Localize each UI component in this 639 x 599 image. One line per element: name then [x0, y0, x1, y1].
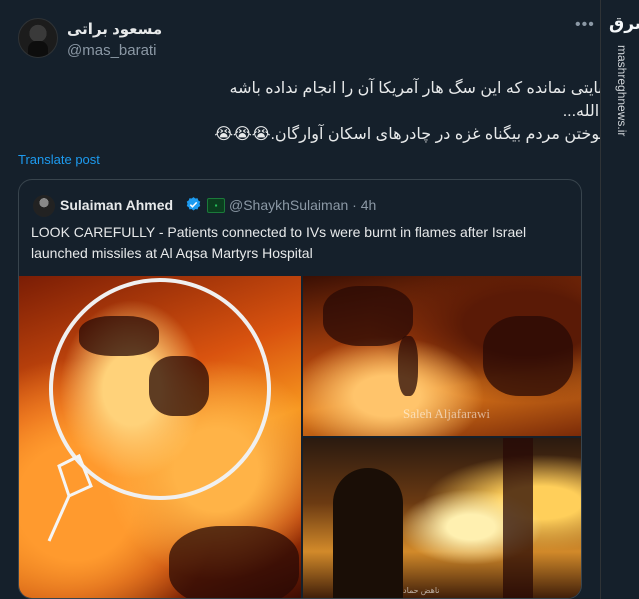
raised-hand-shape: [398, 336, 418, 396]
tweet: مسعود براتی @mas_barati ••• جنایتی نماند…: [0, 0, 613, 599]
tweet-text-line-1: جنایتی نمانده که این سگ هار آمریکا آن را…: [229, 80, 613, 97]
quoted-author-avatar[interactable]: [33, 195, 55, 217]
watermark-sidebar: مشرق mashreghnews.ir: [600, 0, 639, 599]
tweet-text-line-2: یا الله...: [562, 103, 613, 120]
media-grid: Saleh Aljafarawi ناهض حماد: [19, 276, 581, 598]
quoted-author-name[interactable]: Sulaiman Ahmed: [60, 197, 173, 213]
image-credit: ناهض حماد: [403, 586, 440, 595]
author-display-name[interactable]: مسعود براتی: [67, 20, 162, 38]
media-image-2[interactable]: Saleh Aljafarawi: [303, 276, 581, 436]
iv-bag-icon: [47, 453, 93, 542]
quoted-tweet[interactable]: Sulaiman Ahmed ▪ @ShaykhSulaiman · 4h LO…: [18, 179, 582, 599]
media-image-1[interactable]: [19, 276, 301, 598]
pole-shape: [503, 438, 533, 598]
more-options-icon[interactable]: •••: [575, 16, 595, 34]
brand-logo: مشرق: [609, 14, 639, 33]
smoke-shape: [323, 286, 413, 346]
affiliation-badge-icon: ▪: [207, 198, 225, 213]
media-image-3[interactable]: ناهض حماد: [303, 438, 581, 598]
smoke-shape: [169, 526, 299, 598]
author-avatar[interactable]: [18, 18, 58, 58]
translate-post-link[interactable]: Translate post: [18, 152, 100, 167]
author-handle[interactable]: @mas_barati: [67, 42, 156, 59]
quoted-tweet-text: LOOK CAREFULLY - Patients connected to I…: [31, 224, 527, 261]
quoted-author-handle-time[interactable]: @ShaykhSulaiman · 4h: [229, 197, 376, 213]
image-watermark: Saleh Aljafarawi: [403, 406, 490, 421]
person-silhouette: [333, 468, 403, 598]
smoke-shape: [483, 316, 573, 396]
brand-url: mashreghnews.ir: [615, 45, 629, 137]
verified-badge-icon: [186, 197, 201, 211]
tweet-text-line-3: سوختن مردم بیگناه غزه در چادرهای اسکان آ…: [214, 126, 613, 143]
tweet-text: جنایتی نمانده که این سگ هار آمریکا آن را…: [20, 77, 613, 146]
